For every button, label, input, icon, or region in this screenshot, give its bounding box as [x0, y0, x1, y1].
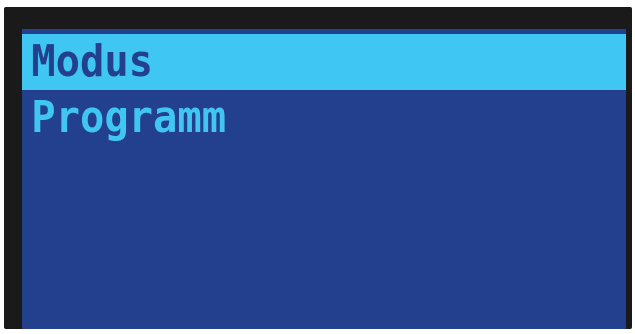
menu-item-label: Programm: [31, 92, 227, 143]
lcd-screen: Modus Programm: [22, 29, 626, 329]
menu-item-modus[interactable]: Modus: [22, 34, 626, 90]
menu-item-programm[interactable]: Programm: [22, 90, 626, 146]
menu-item-label: Modus: [31, 36, 154, 87]
menu-list: Modus Programm: [22, 34, 626, 146]
display-bezel: Modus Programm: [4, 7, 632, 329]
